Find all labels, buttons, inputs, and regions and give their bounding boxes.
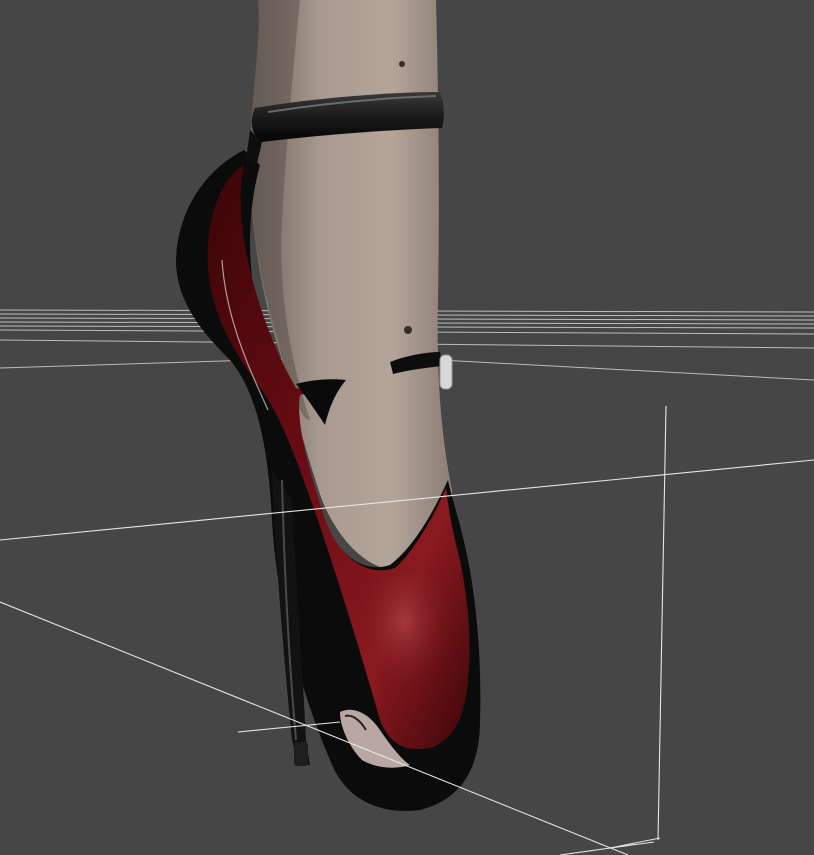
- skin-mark-2: [404, 326, 412, 334]
- heel-tip: [294, 742, 308, 766]
- 3d-viewport[interactable]: [0, 0, 814, 855]
- buckle-icon[interactable]: [439, 354, 453, 390]
- viewport-scene[interactable]: [0, 0, 814, 855]
- skin-mark: [399, 61, 405, 67]
